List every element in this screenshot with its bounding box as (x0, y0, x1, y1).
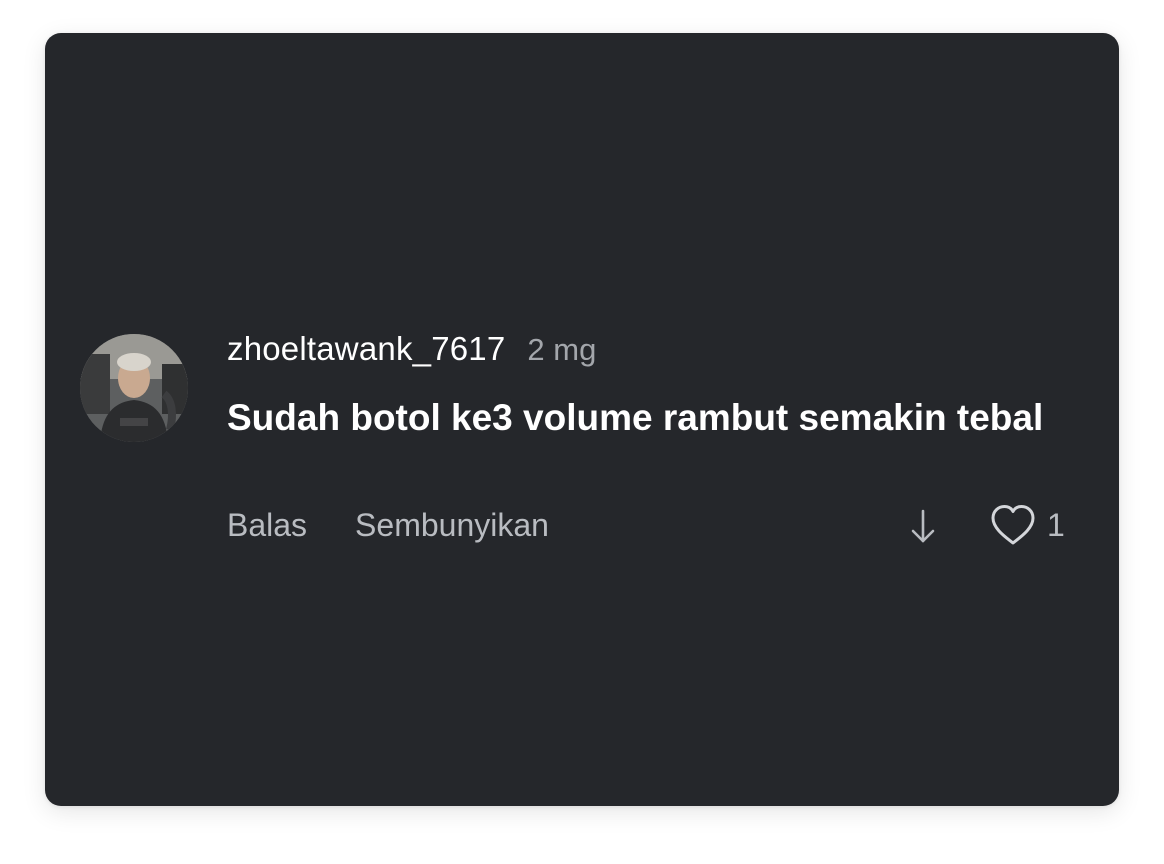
comment-actions: Balas Sembunyikan (227, 507, 549, 544)
username[interactable]: zhoeltawank_7617 (227, 330, 505, 368)
avatar-photo-icon (80, 334, 188, 442)
comment-text: Sudah botol ke3 volume rambut semakin te… (227, 397, 1044, 438)
dislike-button[interactable] (905, 507, 941, 547)
comment-timestamp: 2 mg (527, 332, 597, 367)
comment-header: zhoeltawank_7617 2 mg (227, 330, 596, 368)
reply-button[interactable]: Balas (227, 507, 307, 544)
arrow-down-icon (911, 509, 935, 543)
heart-outline-icon (991, 505, 1035, 545)
comment-card: zhoeltawank_7617 2 mg Sudah botol ke3 vo… (45, 33, 1119, 806)
hide-button[interactable]: Sembunyikan (355, 507, 549, 544)
user-avatar[interactable] (80, 334, 188, 442)
like-count: 1 (1047, 506, 1065, 543)
like-button[interactable]: 1 (989, 503, 1065, 547)
